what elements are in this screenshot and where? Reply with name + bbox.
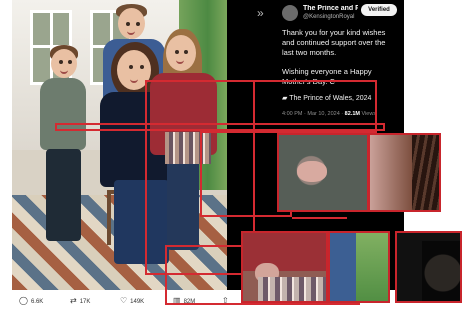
account-name[interactable]: The Prince and Prin [303, 5, 358, 12]
eye [68, 60, 72, 64]
flag-icon: ▰ [282, 95, 288, 102]
hand-close-up [297, 161, 327, 182]
dark-hair-close-up [422, 241, 460, 301]
repost-button[interactable]: ⇄ 17K [70, 296, 90, 305]
connector-line [292, 217, 347, 219]
zoom-panel-leg [328, 231, 390, 303]
face [166, 35, 196, 71]
chevron-right-icon[interactable]: » [257, 6, 264, 20]
signature-text: The Prince of Wales, 2024 [289, 95, 372, 102]
time-text: 4:00 PM · Mar 10, 2024 · [282, 111, 344, 117]
eye [140, 65, 144, 69]
garden-close-up [356, 233, 388, 301]
eye [59, 60, 63, 64]
chat-bubble-icon: ◯ [19, 296, 28, 305]
trousers [46, 149, 81, 241]
eye [129, 65, 133, 69]
zoom-panel-sleeve [277, 133, 369, 212]
eye [126, 22, 130, 26]
reply-count: 6.6K [30, 299, 44, 305]
heart-icon: ♡ [120, 296, 128, 305]
eye [175, 50, 179, 54]
zoom-panel-dark [395, 231, 462, 303]
face-close-up [370, 135, 413, 210]
zoom-panel-skirt [241, 231, 328, 303]
tweet-timestamp[interactable]: 4:00 PM · Mar 10, 2024 · 82.1M Views [282, 111, 376, 117]
verified-badge: Verified [361, 4, 397, 16]
connector-line [255, 80, 375, 82]
zoom-panel-face [368, 133, 441, 212]
tweet-text: Thank you for your kind wishes and conti… [282, 28, 397, 96]
tweet-paragraph-1: Thank you for your kind wishes and conti… [282, 28, 386, 57]
connector-line [375, 80, 377, 135]
tweet-paragraph-2: Wishing everyone a Happy Mother's Day. C [282, 67, 372, 86]
sleeve-close-up [330, 233, 356, 301]
eye [184, 50, 188, 54]
tartan-close-up [258, 277, 326, 301]
reply-button[interactable]: ◯ 6.6K [19, 296, 43, 305]
red-sleeve-close-up [243, 233, 326, 271]
like-count: 149K [130, 299, 145, 305]
eye [136, 22, 140, 26]
verified-label: Verified [368, 7, 390, 13]
account-handle[interactable]: @KensingtonRoyal [303, 14, 354, 20]
views-label: Views [361, 111, 377, 117]
repost-icon: ⇄ [70, 296, 77, 305]
like-button[interactable]: ♡ 149K [120, 296, 144, 305]
avatar[interactable] [282, 5, 298, 21]
repost-count: 17K [79, 299, 91, 305]
sweater [40, 78, 86, 150]
tweet-signature: ▰ The Prince of Wales, 2024 [282, 94, 371, 102]
views-count: 82.1M [344, 111, 360, 117]
hair-close-up [412, 135, 439, 210]
